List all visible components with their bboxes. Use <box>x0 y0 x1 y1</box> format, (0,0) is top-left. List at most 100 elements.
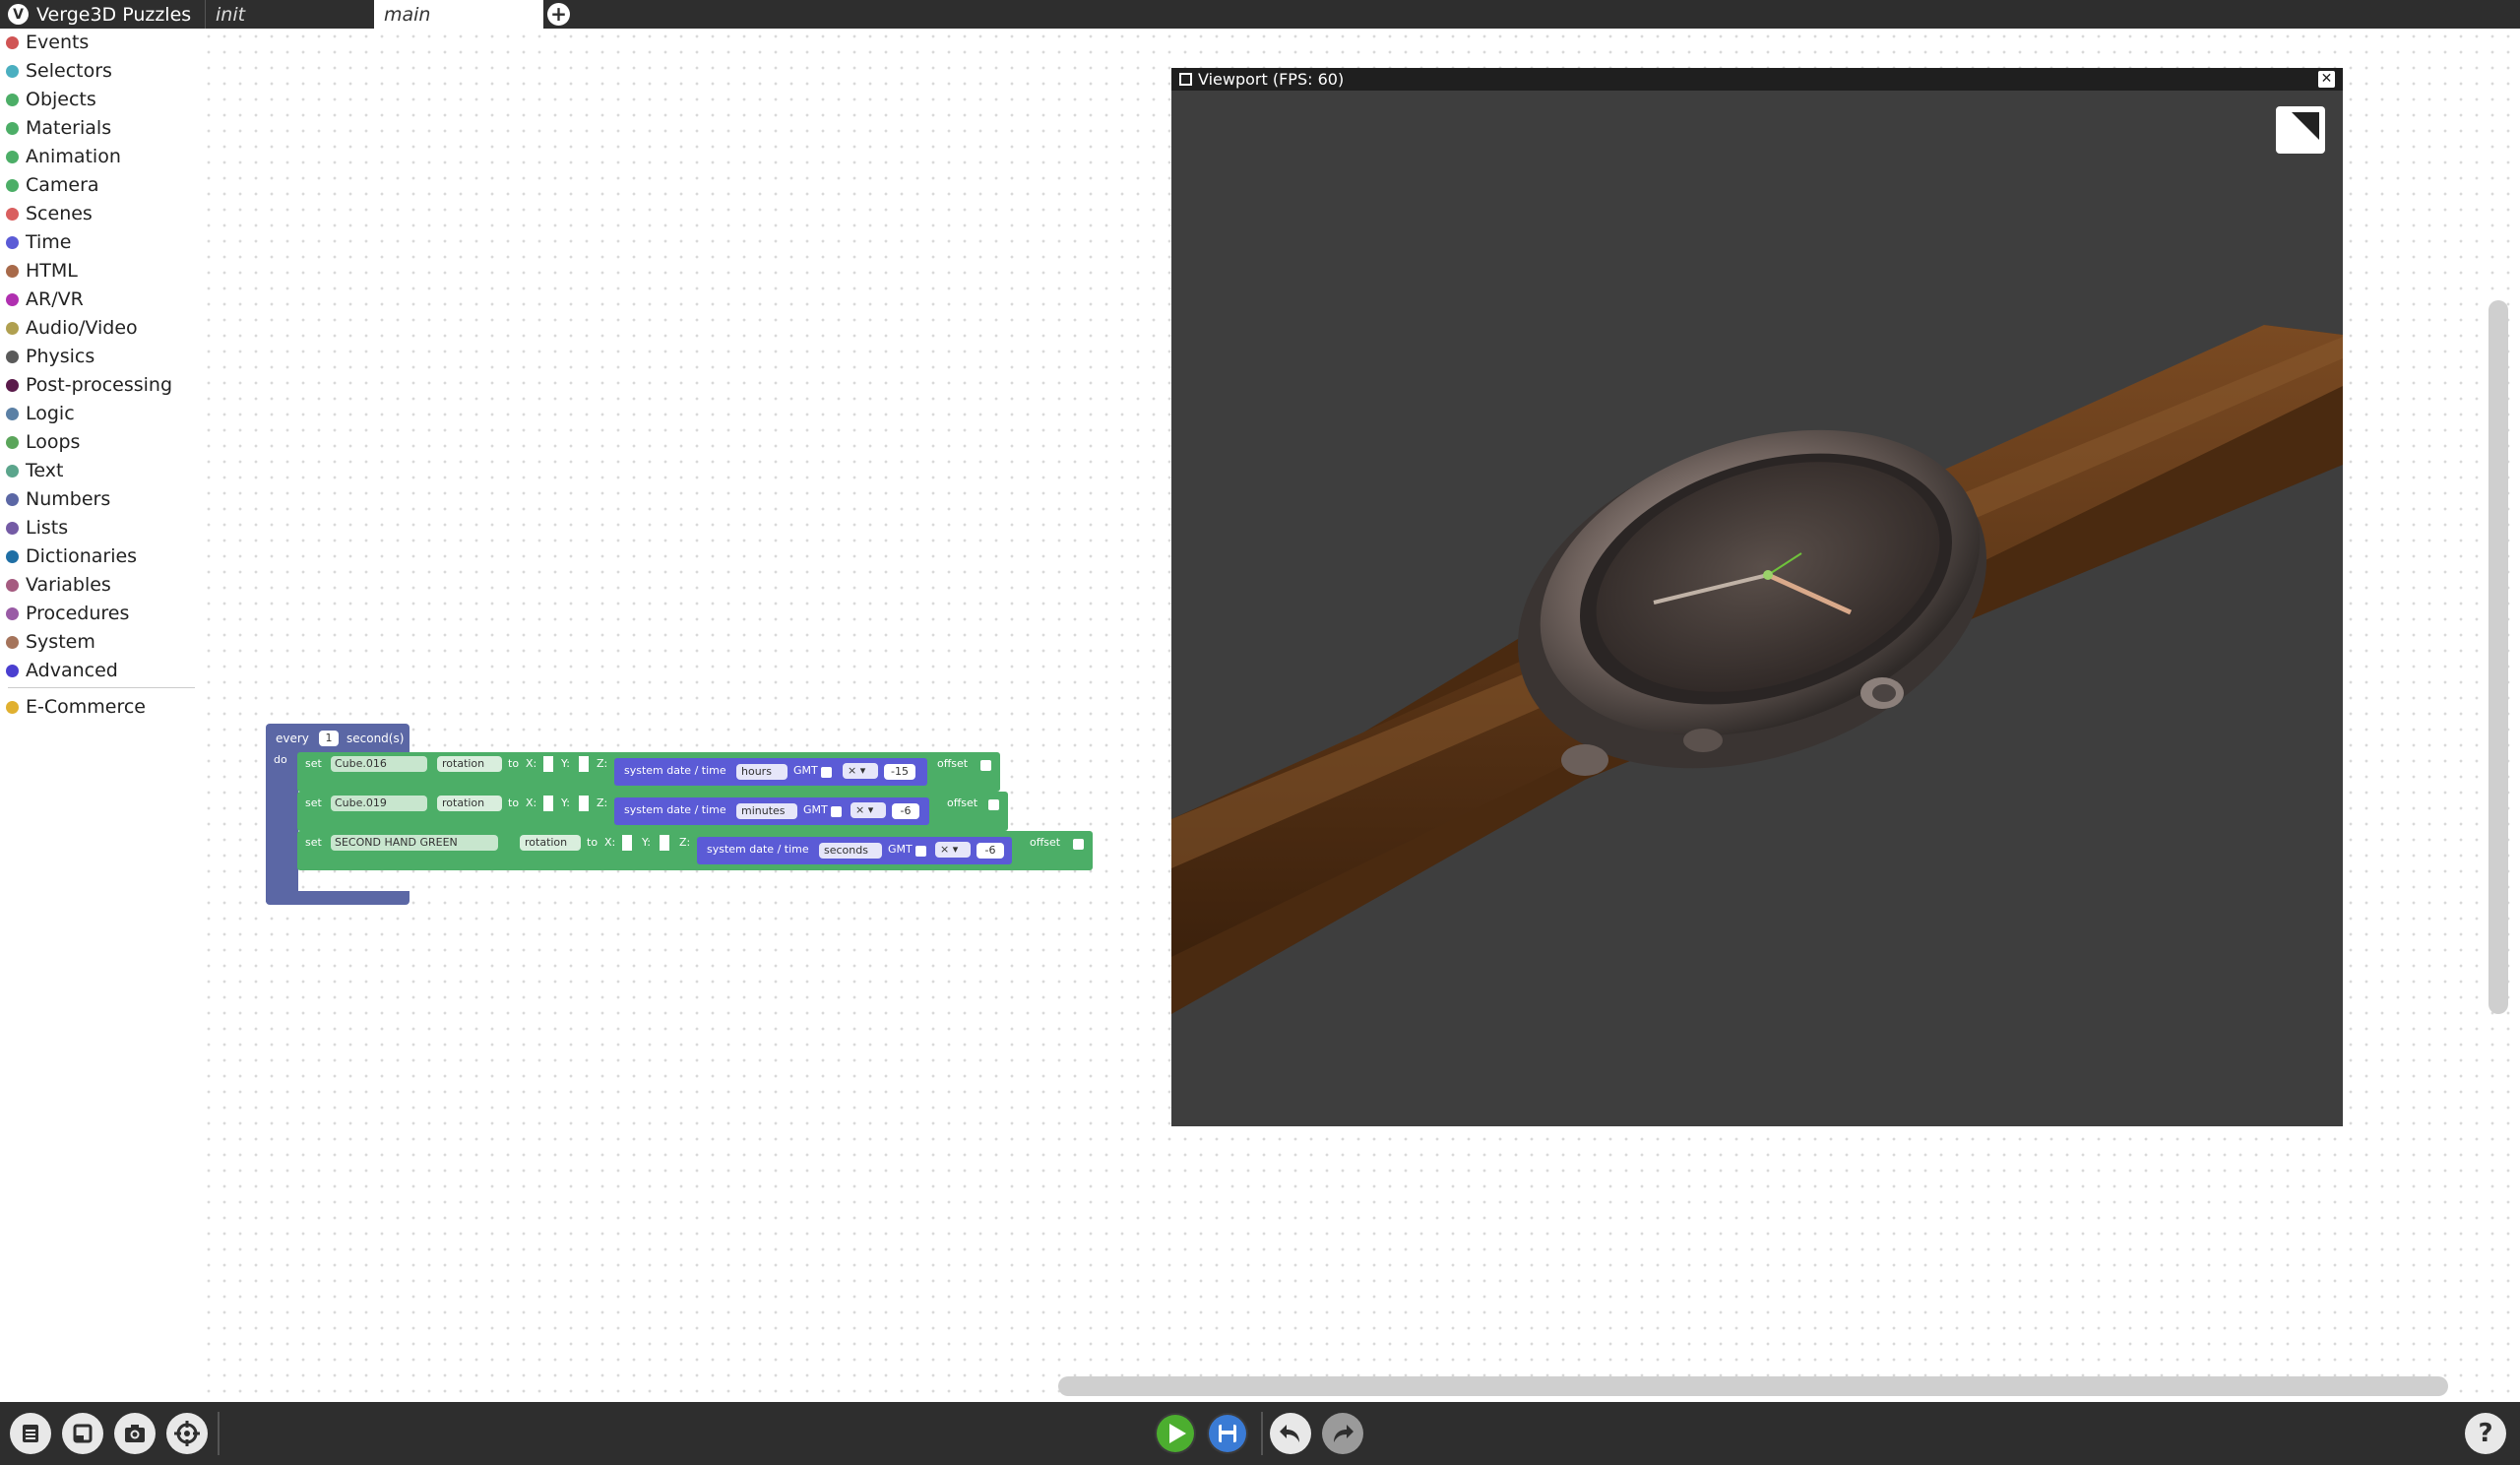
category-audio-video[interactable]: Audio/Video <box>0 314 138 342</box>
x-label: X: <box>526 757 537 770</box>
set-rotation-block[interactable]: set Cube.016 rotation to X: Y: Z: system… <box>297 752 1000 792</box>
category-numbers[interactable]: Numbers <box>0 485 110 513</box>
property-dropdown[interactable]: rotation <box>437 756 502 772</box>
horizontal-scrollbar[interactable] <box>1058 1376 2448 1396</box>
category-procedures[interactable]: Procedures <box>0 600 129 627</box>
time-unit-dropdown[interactable]: minutes <box>736 803 797 819</box>
category-logic[interactable]: Logic <box>0 400 75 427</box>
time-unit-dropdown[interactable]: seconds <box>819 843 882 859</box>
x-input-slot[interactable] <box>543 756 553 772</box>
category-e-commerce[interactable]: E-Commerce <box>0 693 146 721</box>
category-events[interactable]: Events <box>0 29 89 56</box>
viewport-title: Viewport (FPS: 60) <box>1198 70 1345 89</box>
category-label: Objects <box>26 89 96 110</box>
x-input-slot[interactable] <box>543 796 553 811</box>
menu-icon <box>23 1425 38 1442</box>
redo-icon <box>1334 1425 1354 1442</box>
offset-label: offset <box>1030 836 1061 849</box>
viewport-3d-canvas[interactable] <box>1171 91 2343 1126</box>
category-dot-icon <box>6 207 19 221</box>
category-dot-icon <box>6 578 19 592</box>
date-time-block[interactable]: system date / time minutes GMT × ▾ -6 <box>614 797 929 825</box>
offset-label: offset <box>947 796 978 809</box>
help-button[interactable]: ? <box>2465 1413 2506 1454</box>
offset-checkbox[interactable] <box>980 760 991 771</box>
category-label: Post-processing <box>26 374 173 396</box>
target-button[interactable] <box>166 1413 208 1454</box>
operator-dropdown[interactable]: × ▾ <box>935 842 971 858</box>
category-label: Loops <box>26 431 81 453</box>
gmt-checkbox[interactable] <box>821 767 832 778</box>
category-label: Physics <box>26 346 95 367</box>
category-lists[interactable]: Lists <box>0 514 68 541</box>
verge3d-logo-icon: V <box>8 4 29 25</box>
category-selectors[interactable]: Selectors <box>0 57 112 85</box>
every-seconds-block[interactable]: every 1 second(s) <box>266 724 410 753</box>
y-input-slot[interactable] <box>579 756 589 772</box>
tab-init[interactable]: init <box>205 0 374 29</box>
y-input-slot[interactable] <box>660 835 669 851</box>
category-scenes[interactable]: Scenes <box>0 200 93 227</box>
category-ar-vr[interactable]: AR/VR <box>0 286 84 313</box>
tab-main[interactable]: main <box>374 0 543 29</box>
category-html[interactable]: HTML <box>0 257 78 285</box>
date-time-block[interactable]: system date / time hours GMT × ▾ -15 <box>614 758 927 786</box>
category-dot-icon <box>6 93 19 106</box>
watch-render <box>1171 325 2343 1014</box>
multiplier-field[interactable]: -6 <box>892 803 919 819</box>
operator-dropdown[interactable]: × ▾ <box>850 802 886 818</box>
object-selector[interactable]: Cube.019 <box>331 796 427 811</box>
category-objects[interactable]: Objects <box>0 86 96 113</box>
undo-button[interactable] <box>1270 1413 1311 1454</box>
operator-dropdown[interactable]: × ▾ <box>843 763 878 779</box>
x-input-slot[interactable] <box>622 835 632 851</box>
category-materials[interactable]: Materials <box>0 114 111 142</box>
category-loops[interactable]: Loops <box>0 428 80 456</box>
run-button[interactable] <box>1155 1413 1196 1454</box>
property-dropdown[interactable]: rotation <box>437 796 502 811</box>
redo-button[interactable] <box>1322 1413 1363 1454</box>
menu-button[interactable] <box>10 1413 51 1454</box>
category-post-processing[interactable]: Post-processing <box>0 371 172 399</box>
category-time[interactable]: Time <box>0 228 72 256</box>
time-unit-dropdown[interactable]: hours <box>736 764 788 780</box>
save-button[interactable] <box>1207 1413 1248 1454</box>
category-variables[interactable]: Variables <box>0 571 111 599</box>
category-system[interactable]: System <box>0 628 95 656</box>
category-dot-icon <box>6 64 19 78</box>
category-dot-icon <box>6 121 19 135</box>
category-advanced[interactable]: Advanced <box>0 657 118 684</box>
y-input-slot[interactable] <box>579 796 589 811</box>
window-button[interactable] <box>62 1413 103 1454</box>
category-label: Time <box>26 231 72 253</box>
object-selector[interactable]: SECOND HAND GREEN <box>331 835 498 851</box>
add-tab-button[interactable]: + <box>547 3 570 26</box>
set-rotation-block[interactable]: set SECOND HAND GREEN rotation to X: Y: … <box>297 831 1093 870</box>
gmt-checkbox[interactable] <box>915 846 926 857</box>
close-icon[interactable]: ✕ <box>2318 71 2335 88</box>
set-rotation-block[interactable]: set Cube.019 rotation to X: Y: Z: system… <box>297 792 1008 831</box>
offset-checkbox[interactable] <box>988 799 999 810</box>
category-animation[interactable]: Animation <box>0 143 121 170</box>
category-dictionaries[interactable]: Dictionaries <box>0 542 137 570</box>
category-label: Audio/Video <box>26 317 138 339</box>
category-camera[interactable]: Camera <box>0 171 99 199</box>
offset-checkbox[interactable] <box>1073 839 1084 850</box>
fullscreen-icon[interactable] <box>2276 106 2325 154</box>
multiplier-field[interactable]: -6 <box>976 843 1004 859</box>
category-physics[interactable]: Physics <box>0 343 94 370</box>
vertical-scrollbar[interactable] <box>2488 300 2508 1014</box>
date-time-block[interactable]: system date / time seconds GMT × ▾ -6 <box>697 837 1012 864</box>
category-label: Variables <box>26 574 111 596</box>
interval-field[interactable]: 1 <box>319 731 339 746</box>
category-text[interactable]: Text <box>0 457 63 484</box>
object-selector[interactable]: Cube.016 <box>331 756 427 772</box>
z-label: Z: <box>597 757 608 770</box>
screenshot-button[interactable] <box>114 1413 156 1454</box>
property-dropdown[interactable]: rotation <box>520 835 581 851</box>
category-dot-icon <box>6 378 19 392</box>
category-dot-icon <box>6 321 19 335</box>
multiplier-field[interactable]: -15 <box>884 764 915 780</box>
viewport-titlebar[interactable]: Viewport (FPS: 60) ✕ <box>1171 68 2343 91</box>
gmt-checkbox[interactable] <box>831 806 842 817</box>
